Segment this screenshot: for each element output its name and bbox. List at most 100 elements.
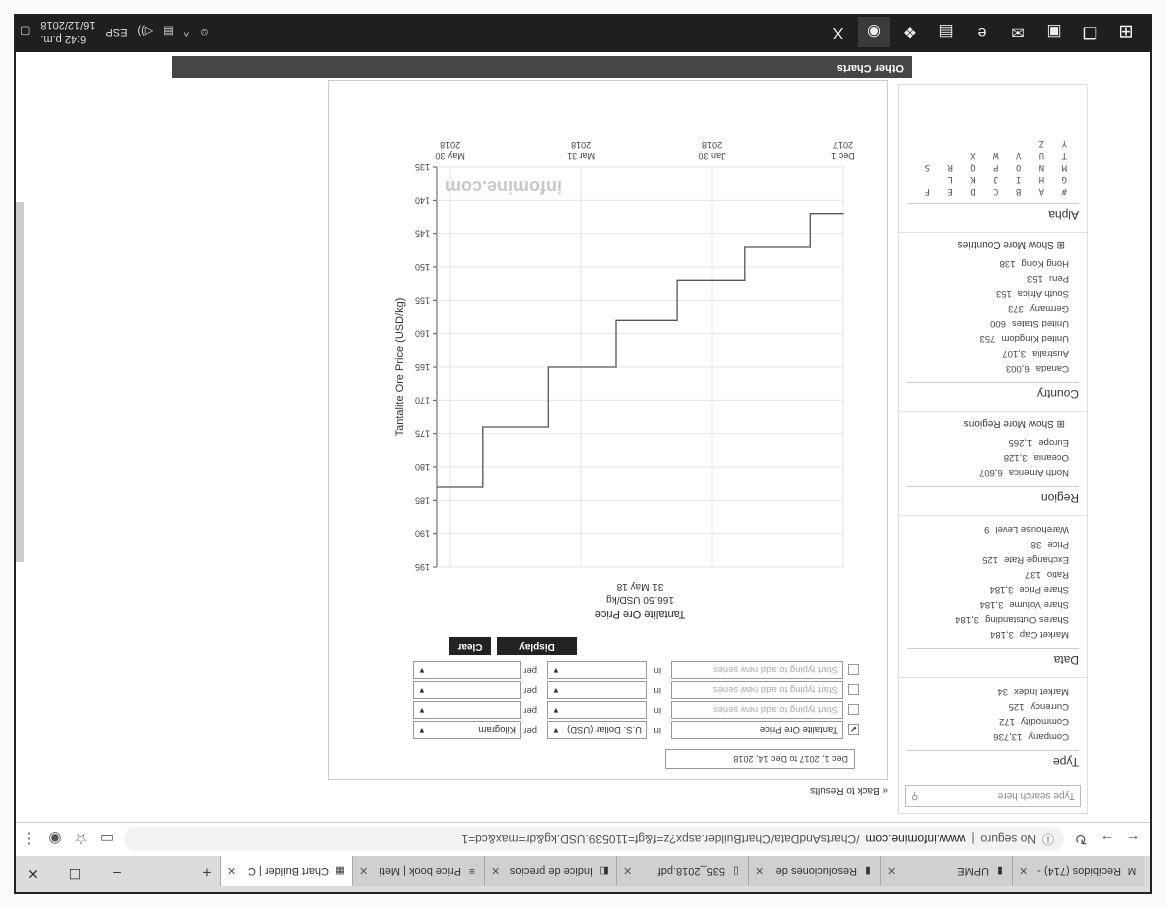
tab[interactable]: ◧ Índice de precios ✕ xyxy=(484,856,616,886)
store-icon[interactable]: ▤ xyxy=(930,17,962,47)
language-indicator[interactable]: ESP xyxy=(105,26,127,38)
tab-close-icon[interactable]: ✕ xyxy=(623,865,632,878)
facet-item[interactable]: Oceania 3,128 xyxy=(907,450,1079,465)
alpha-letters[interactable]: M N O P Q R S T U V W X xyxy=(907,149,1079,173)
facet-item[interactable]: Price 38 xyxy=(907,537,1079,552)
facet-item[interactable]: Australia 3,107 xyxy=(907,346,1079,361)
facet-item[interactable]: Currency 125 xyxy=(907,699,1079,714)
volume-icon[interactable]: ◁)) xyxy=(137,26,153,39)
chevron-up-icon[interactable]: ^ xyxy=(184,26,189,38)
notification-icon[interactable]: ▢ xyxy=(20,26,30,39)
back-to-results-link[interactable]: « Back to Results xyxy=(810,785,888,796)
bookmark-star-icon[interactable]: ☆ xyxy=(72,831,90,849)
series-name-input[interactable]: Start typing to add new series xyxy=(671,701,843,719)
display-button[interactable]: Display xyxy=(497,637,577,655)
facet-item[interactable]: United Kingdom 753 xyxy=(907,331,1079,346)
tab-close-icon[interactable]: ✕ xyxy=(359,865,368,878)
per-unit-select[interactable]: Kilogram ▼ xyxy=(413,721,521,739)
tab-close-icon[interactable]: ✕ xyxy=(227,865,236,878)
facet-item[interactable]: North America 6,607 xyxy=(907,465,1079,480)
info-icon[interactable]: ⓘ xyxy=(1042,831,1054,848)
unit-select[interactable]: U.S. Dollar (USD) ▼ xyxy=(547,721,647,739)
tab-label: Índice de precios xyxy=(509,865,593,877)
date-range-field[interactable]: Dec 1, 2017 to Dec 14, 2018 xyxy=(665,749,855,769)
vertical-scrollbar[interactable] xyxy=(16,202,24,562)
forward-icon[interactable]: → xyxy=(1098,831,1116,848)
series-row: ✔ Tantalite Ore Price in U.S. Dollar (USD) ▼… xyxy=(399,719,859,739)
series-name-input[interactable]: Start typing to add new series xyxy=(671,661,843,679)
facet-item[interactable]: Europe 1,265 xyxy=(907,435,1079,450)
per-unit-select[interactable]: ▼ xyxy=(413,681,521,699)
facet-item[interactable]: Hong Kong 138 xyxy=(907,256,1079,271)
edge-icon[interactable]: e xyxy=(966,17,998,47)
facet-item[interactable]: Warehouse Level 9 xyxy=(907,522,1079,537)
tab-close-icon[interactable]: ✕ xyxy=(491,865,500,878)
tab[interactable]: ▮ UPME ✕ xyxy=(880,856,1012,886)
extension-icon[interactable]: ◉ xyxy=(46,831,64,849)
start-icon[interactable]: ⊞ xyxy=(1110,17,1142,47)
facet-item[interactable]: Market Index 34 xyxy=(907,684,1079,699)
facet-item[interactable]: South Africa 153 xyxy=(907,286,1079,301)
search-input[interactable]: Type search here ⚲ xyxy=(905,785,1081,807)
menu-icon[interactable]: ⋮ xyxy=(20,831,38,849)
facet-count: 6,607 xyxy=(979,467,1003,478)
unit-select[interactable]: ▼ xyxy=(547,701,647,719)
back-icon[interactable]: ← xyxy=(1124,831,1142,848)
alpha-letters[interactable]: # A B C D E F G H I J K L xyxy=(907,173,1079,197)
url-field[interactable]: ⓘ No seguro | www.infomine.com/ChartsAnd… xyxy=(124,827,1064,852)
facet-item[interactable]: Peru 153 xyxy=(907,271,1079,286)
series-checkbox[interactable] xyxy=(848,664,859,675)
tab-close-icon[interactable]: ✕ xyxy=(755,865,764,878)
tab-close-icon[interactable]: ✕ xyxy=(1019,865,1028,878)
tab[interactable]: M Recibidos (714) - ✕ xyxy=(1012,856,1144,886)
series-name-input[interactable]: Start typing to add new series xyxy=(671,681,843,699)
new-tab-button[interactable]: + xyxy=(194,856,220,886)
maximize-icon[interactable]: ☐ xyxy=(54,856,96,892)
search-icon[interactable]: ⚲ xyxy=(911,791,918,802)
show-more-regions-link[interactable]: ⊞ Show More Regions xyxy=(907,418,1079,429)
chrome-icon[interactable]: ◉ xyxy=(858,17,890,47)
network-icon[interactable]: ▤ xyxy=(163,26,173,39)
series-checkbox[interactable]: ✔ xyxy=(848,724,859,735)
people-icon[interactable]: ☺ xyxy=(199,26,210,38)
tab[interactable]: ▯ 535_2018.pdf ✕ xyxy=(616,856,748,886)
facet-item[interactable]: Company 13,736 xyxy=(907,729,1079,744)
reload-icon[interactable]: ↻ xyxy=(1072,831,1090,849)
tab-close-icon[interactable]: ✕ xyxy=(887,865,896,878)
series-checkbox[interactable] xyxy=(848,704,859,715)
unit-select[interactable]: ▼ xyxy=(547,661,647,679)
facet-name: Company xyxy=(1028,731,1069,742)
series-name-input[interactable]: Tantalite Ore Price xyxy=(671,721,843,739)
unit-select[interactable]: ▼ xyxy=(547,681,647,699)
dropbox-icon[interactable]: ❖ xyxy=(894,17,926,47)
facet-item[interactable]: Share Price 3,184 xyxy=(907,582,1079,597)
facet-item[interactable]: Ratio 137 xyxy=(907,567,1079,582)
facet-item[interactable]: Market Cap 3,184 xyxy=(907,627,1079,642)
x-tick-year-label: 2018 xyxy=(440,140,460,150)
facet-item[interactable]: Commodity 172 xyxy=(907,714,1079,729)
facet-item[interactable]: Shares Outstanding 3,184 xyxy=(907,612,1079,627)
facet-item[interactable]: Share Volume 3,184 xyxy=(907,597,1079,612)
clock[interactable]: 6:42 p.m. 16/12/2018 xyxy=(40,18,95,46)
close-icon[interactable]: ✕ xyxy=(14,856,54,892)
mail-icon[interactable]: ✉ xyxy=(1002,17,1034,47)
per-unit-select[interactable]: ▼ xyxy=(413,701,521,719)
x-tick-label: May 30 xyxy=(435,151,465,161)
per-unit-select[interactable]: ▼ xyxy=(413,661,521,679)
facet-item[interactable]: United States 600 xyxy=(907,316,1079,331)
minimize-icon[interactable]: – xyxy=(96,856,138,892)
clear-button[interactable]: Clear xyxy=(449,637,491,655)
task-view-icon[interactable]: ❐ xyxy=(1074,17,1106,47)
excel-icon[interactable]: X xyxy=(822,17,854,47)
alpha-letters[interactable]: Y Z xyxy=(907,137,1079,149)
tab[interactable]: ▦ Chart Builder | C ✕ xyxy=(220,856,352,886)
cast-icon[interactable]: ▭ xyxy=(98,831,116,849)
files-icon[interactable]: ▣ xyxy=(1038,17,1070,47)
facet-item[interactable]: Germany 373 xyxy=(907,301,1079,316)
facet-item[interactable]: Canada 6,003 xyxy=(907,361,1079,376)
series-checkbox[interactable] xyxy=(848,684,859,695)
facet-item[interactable]: Exchange Rate 125 xyxy=(907,552,1079,567)
tab[interactable]: ≡ Price book | Meti ✕ xyxy=(352,856,484,886)
tab[interactable]: ▮ Resoluciones de ✕ xyxy=(748,856,880,886)
show-more-countries-link[interactable]: ⊞ Show More Countries xyxy=(907,239,1079,250)
